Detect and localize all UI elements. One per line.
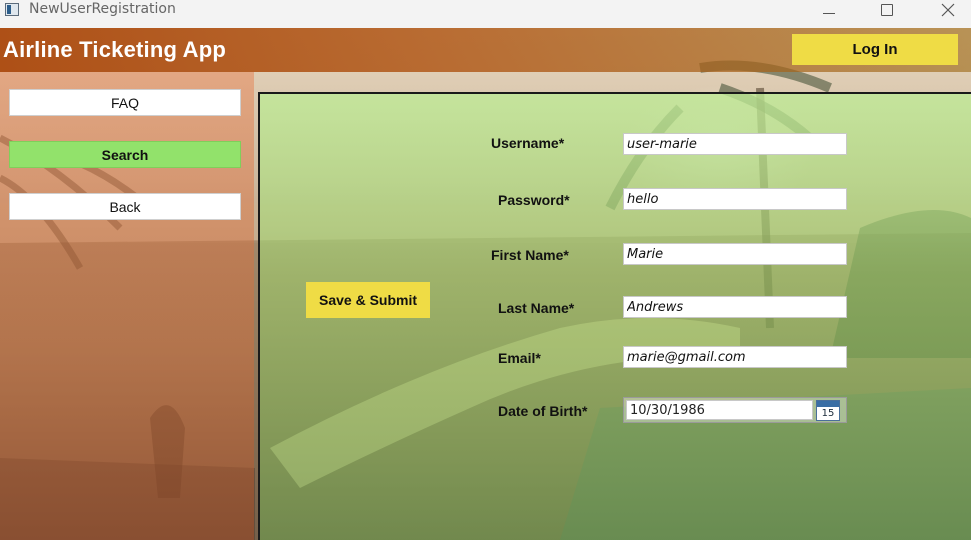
minimize-icon — [823, 12, 835, 14]
window-title: NewUserRegistration — [29, 1, 176, 17]
password-label: Password* — [498, 192, 570, 208]
sidebar-item-search[interactable]: Search — [9, 141, 241, 168]
last-name-label: Last Name* — [498, 300, 575, 316]
login-button[interactable]: Log In — [792, 34, 958, 65]
last-name-field[interactable] — [623, 296, 847, 318]
minimize-button[interactable] — [806, 0, 852, 20]
close-icon — [941, 3, 955, 17]
email-field[interactable] — [623, 346, 847, 368]
maximize-icon — [881, 4, 893, 16]
app-window-icon — [5, 3, 19, 16]
window-titlebar: NewUserRegistration — [0, 0, 971, 29]
sidebar-item-faq[interactable]: FAQ — [9, 89, 241, 116]
email-label: Email* — [498, 350, 541, 366]
dob-date-picker: 15 — [623, 397, 847, 423]
sidebar-item-back[interactable]: Back — [9, 193, 241, 220]
maximize-button[interactable] — [864, 0, 910, 20]
close-button[interactable] — [925, 0, 971, 20]
username-field[interactable] — [623, 133, 847, 155]
first-name-label: First Name* — [491, 247, 569, 263]
dob-field[interactable] — [626, 400, 813, 420]
app-title: Airline Ticketing App — [3, 37, 227, 62]
calendar-icon[interactable]: 15 — [816, 400, 840, 421]
first-name-field[interactable] — [623, 243, 847, 265]
password-field[interactable] — [623, 188, 847, 210]
username-label: Username* — [491, 135, 565, 151]
save-submit-button[interactable]: Save & Submit — [306, 282, 430, 318]
dob-label: Date of Birth* — [498, 403, 588, 419]
calendar-icon-day: 15 — [821, 408, 835, 419]
